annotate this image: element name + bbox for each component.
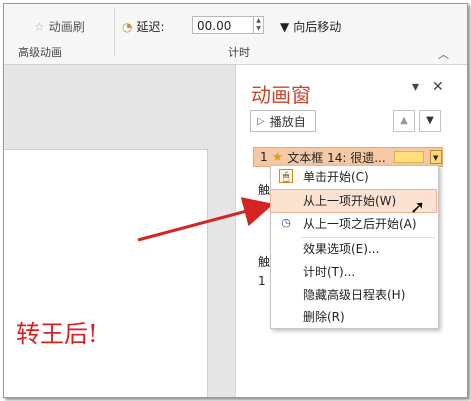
menu-item-timing[interactable]: 计时(T)... <box>271 261 436 283</box>
ribbon-separator <box>114 8 115 56</box>
close-icon[interactable]: ✕ <box>432 79 444 95</box>
trigger-label: 触 <box>258 183 271 197</box>
trigger-number: 1 <box>258 201 266 215</box>
play-icon: ▷ <box>257 115 265 127</box>
move-later-label: 向后移动 <box>293 20 342 34</box>
mouse-cursor-icon: ➚ <box>410 197 426 218</box>
animation-list-item[interactable]: 1 ★ 文本框 14: 很遗... ▼ <box>253 147 443 167</box>
move-later-button[interactable]: ▼ 向后移动 <box>280 18 341 35</box>
play-from-button[interactable]: ▷ 播放自 <box>250 110 316 132</box>
delay-label-group: ◔ 延迟: <box>122 18 165 35</box>
context-menu: 🖱 单击开始(C) 从上一项开始(W) ◷ 从上一项之后开始(A) 效果选项(E… <box>270 165 439 329</box>
menu-item-label: 从上一项开始(W) <box>303 194 397 208</box>
menu-item-label: 隐藏高级日程表(H) <box>303 288 406 302</box>
animation-painter-button[interactable]: ☆ 动画刷 <box>34 18 85 35</box>
group-label-timing: 计时 <box>228 46 250 59</box>
move-down-button[interactable]: ▼ <box>419 110 441 132</box>
timing-bar <box>393 151 424 163</box>
item-label: 文本框 14: 很遗... <box>287 150 386 165</box>
item-dropdown-button[interactable]: ▼ <box>429 150 442 164</box>
slide-text[interactable]: 转王后! <box>16 314 98 349</box>
down-arrow-icon: ▼ <box>280 19 290 34</box>
painter-icon: ☆ <box>34 19 45 34</box>
menu-item-label: 单击开始(C) <box>303 170 369 184</box>
delay-label: 延迟: <box>136 20 165 34</box>
play-from-label: 播放自 <box>269 114 306 129</box>
menu-item-start-on-click[interactable]: 🖱 单击开始(C) <box>271 166 436 188</box>
star-effect-icon: ★ <box>271 149 284 165</box>
pane-title: 动画窗 <box>251 83 311 107</box>
menu-item-label: 计时(T)... <box>303 265 356 279</box>
menu-item-effect-options[interactable]: 效果选项(E)... <box>271 238 436 260</box>
pane-options-icon[interactable]: ▾ <box>412 79 419 95</box>
mouse-icon: 🖱 <box>279 169 293 183</box>
delay-input[interactable]: 00.00 <box>192 16 254 34</box>
slide[interactable] <box>4 149 208 397</box>
trigger-number: 1 <box>258 274 266 288</box>
group-label-advanced: 高级动画 <box>18 46 62 59</box>
collapse-ribbon-icon[interactable]: ︿ <box>438 46 449 62</box>
animation-painter-label: 动画刷 <box>48 20 85 34</box>
menu-item-label: 从上一项之后开始(A) <box>303 217 417 231</box>
clock-icon: ◷ <box>281 216 291 229</box>
trigger-label: 触 <box>258 255 271 269</box>
move-up-button[interactable]: ▲ <box>393 110 415 132</box>
ribbon: ☆ 动画刷 ◔ 延迟: 00.00 ▲ ▼ ▼ 向后移动 高级动画 计时 ︿ <box>4 4 467 65</box>
menu-item-remove[interactable]: 删除(R) <box>271 306 436 328</box>
clock-icon: ◔ <box>122 19 133 34</box>
delay-spinner[interactable]: ▲ ▼ <box>254 16 264 34</box>
item-number: 1 <box>260 150 268 164</box>
menu-item-label: 效果选项(E)... <box>303 242 380 256</box>
menu-item-label: 删除(R) <box>303 310 345 324</box>
menu-item-hide-timeline[interactable]: 隐藏高级日程表(H) <box>271 284 436 306</box>
